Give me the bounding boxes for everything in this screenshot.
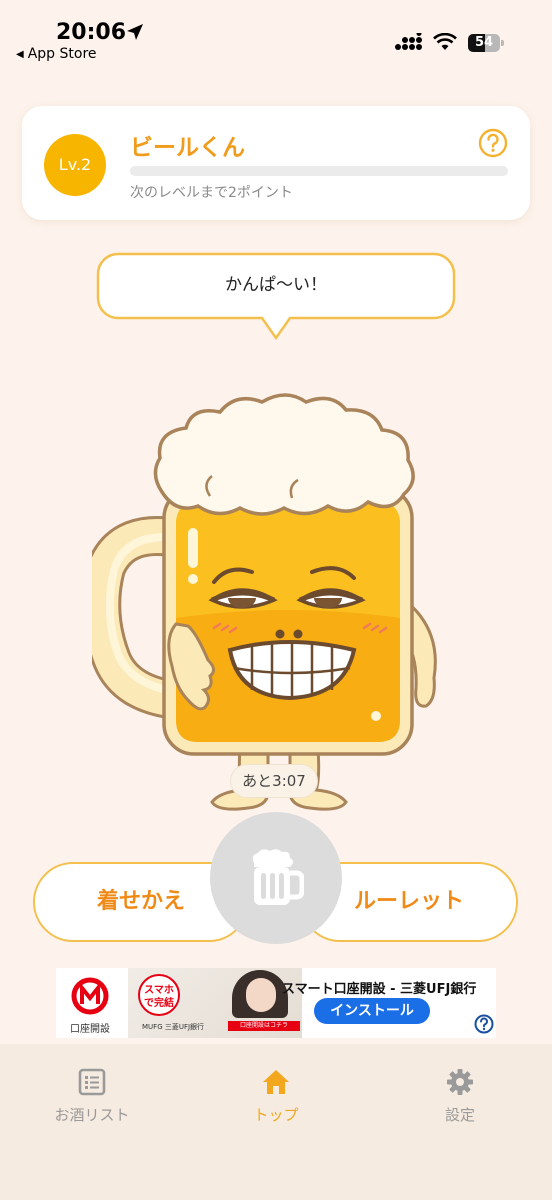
tab-drink-list[interactable]: お酒リスト: [22, 1068, 162, 1125]
back-triangle-icon: ◀: [16, 48, 24, 60]
tab-top-label: トップ: [253, 1106, 299, 1124]
mufg-logo-mark: [71, 977, 109, 1015]
tab-top[interactable]: トップ: [206, 1068, 346, 1125]
battery-level: 54: [474, 35, 494, 50]
ad-install-button[interactable]: インストール: [314, 998, 430, 1024]
battery-body: 54: [468, 34, 500, 52]
level-badge: Lv.2: [44, 134, 106, 196]
mufg-logo: 口座開設: [56, 968, 124, 1038]
ad-bank-small: MUFG 三菱UFJ銀行: [142, 1023, 205, 1031]
tab-drink-list-label: お酒リスト: [54, 1106, 130, 1124]
level-progress-bar: [130, 166, 508, 176]
beer-mug-character[interactable]: [92, 388, 448, 828]
back-to-app-store-link[interactable]: ◀ App Store: [16, 46, 97, 62]
back-to-app-store-label: App Store: [27, 46, 97, 62]
status-bar: 20:06 ◀ App Store 54: [0, 0, 552, 70]
level-card: Lv.2 ビールくん 次のレベルまで2ポイント: [22, 106, 530, 220]
ad-info-icon[interactable]: [474, 1014, 494, 1034]
drink-button[interactable]: [210, 812, 342, 944]
question-circle-icon[interactable]: [478, 128, 508, 158]
ad-photo: スマホで完結 MUFG 三菱UFJ銀行 口座開設はコチラ: [128, 968, 302, 1038]
tab-settings-label: 設定: [444, 1106, 475, 1124]
ad-banner[interactable]: 口座開設 スマホで完結 MUFG 三菱UFJ銀行 口座開設はコチラ スマート口座…: [56, 968, 496, 1038]
next-level-text: 次のレベルまで2ポイント: [130, 185, 293, 201]
battery-cap: [501, 40, 504, 46]
ad-headline: スマート口座開設 - 三菱UFJ銀行: [282, 982, 477, 997]
speech-bubble: かんぱ〜い！: [96, 252, 456, 344]
speech-text: かんぱ〜い！: [225, 275, 327, 295]
list-icon: [78, 1068, 106, 1096]
home-icon: [263, 1070, 289, 1094]
ad-person-face: [246, 978, 276, 1012]
character-name: ビールくん: [130, 135, 245, 161]
wifi-icon: [433, 33, 457, 50]
battery-icon: 54: [468, 34, 504, 52]
tab-bar: お酒リスト トップ 設定: [0, 1044, 552, 1200]
beer-mug-icon: [252, 849, 304, 905]
timer-label: あと3:07: [230, 764, 318, 798]
location-arrow-icon: [127, 24, 143, 40]
ad-cta-small: 口座開設はコチラ: [228, 1021, 300, 1031]
gear-icon: [447, 1069, 473, 1095]
status-time: 20:06: [56, 20, 127, 45]
ad-badge: スマホで完結: [138, 974, 180, 1016]
tab-settings[interactable]: 設定: [390, 1068, 530, 1125]
cellular-signal-icon: [395, 33, 422, 50]
ad-logo-text: 口座開設: [70, 1024, 110, 1035]
